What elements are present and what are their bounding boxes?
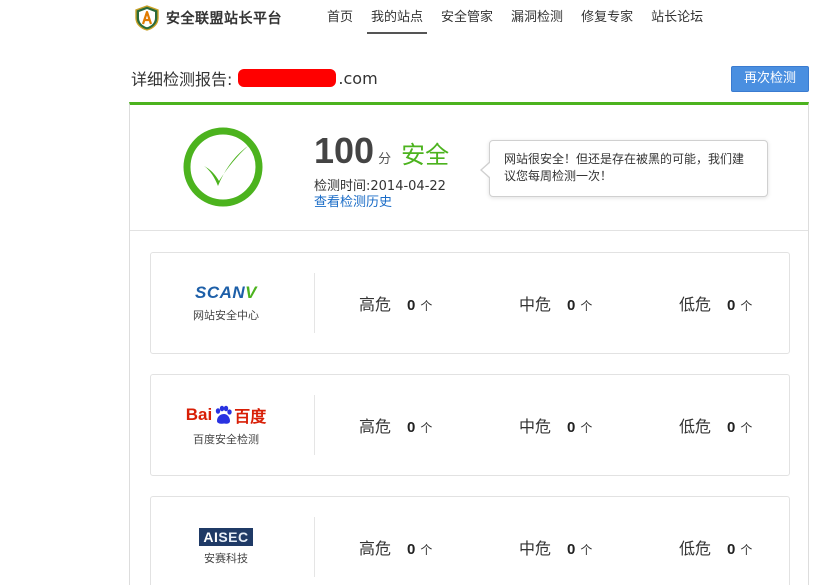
- aisec-logo: AISEC: [199, 528, 253, 546]
- brand-subtitle: 网站安全中心: [193, 309, 259, 322]
- report-title: 详细检测报告: .com: [131, 66, 378, 90]
- baidu-logo-right: 百度: [234, 409, 267, 426]
- scanner-card-aisec: AISEC 安赛科技 高危 0 个 中危 0 个 低危 0 个: [150, 496, 790, 585]
- score-summary: 100 分 安全 检测时间:2014-04-22 查看检测历史 网站很安全！但还…: [130, 105, 808, 231]
- risk-count: 0: [407, 419, 416, 436]
- risk-unit: 个: [580, 299, 593, 313]
- risk-unit: 个: [580, 543, 593, 557]
- scanv-logo: SCANV: [195, 283, 257, 303]
- scanv-logo-text: SCANV: [194, 283, 257, 302]
- risk-medium: 中危 0 个: [519, 413, 592, 437]
- risk-label: 低危: [679, 539, 712, 558]
- score-value: 100: [314, 130, 375, 171]
- status-label: 安全: [401, 141, 450, 169]
- top-navigation-bar: 安全联盟站长平台 首页 我的站点 安全管家 漏洞检测 修复专家 站长论坛: [0, 0, 821, 36]
- risk-unit: 个: [420, 543, 433, 557]
- site-logo[interactable]: 安全联盟站长平台: [134, 5, 282, 31]
- nav-security-butler[interactable]: 安全管家: [441, 0, 493, 36]
- brand-subtitle: 安赛科技: [204, 552, 248, 565]
- risk-unit: 个: [420, 299, 433, 313]
- brand-subtitle: 百度安全检测: [193, 433, 259, 446]
- risk-unit: 个: [740, 421, 753, 435]
- baidu-logo: Bai 百度: [186, 403, 266, 427]
- risk-count: 0: [727, 297, 736, 314]
- risk-unit: 个: [420, 421, 433, 435]
- risk-unit: 个: [740, 299, 753, 313]
- risk-label: 低危: [679, 417, 712, 436]
- risk-count: 0: [727, 419, 736, 436]
- report-title-prefix: 详细检测报告:: [131, 70, 233, 89]
- risk-medium: 中危 0 个: [519, 535, 592, 559]
- redacted-domain: [238, 69, 337, 87]
- risk-low: 低危 0 个: [679, 535, 752, 559]
- risk-low: 低危 0 个: [679, 413, 752, 437]
- risk-count: 0: [407, 297, 416, 314]
- safe-check-icon: [183, 127, 263, 207]
- risk-count: 0: [567, 541, 576, 558]
- risk-high: 高危 0 个: [359, 413, 432, 437]
- risk-label: 高危: [359, 295, 392, 314]
- shield-logo-icon: [135, 5, 159, 31]
- security-score: 100 分 安全: [314, 130, 449, 172]
- aisec-logo-left: AI: [203, 529, 219, 545]
- divider: [314, 517, 315, 577]
- nav-vulnerability-scan[interactable]: 漏洞检测: [511, 0, 563, 36]
- score-unit: 分: [378, 152, 392, 167]
- risk-label: 高危: [359, 417, 392, 436]
- divider: [314, 273, 315, 333]
- risk-count: 0: [727, 541, 736, 558]
- scanv-check-glyph: V: [245, 283, 257, 302]
- aisec-logo-right: SEC: [218, 529, 249, 545]
- risk-count: 0: [567, 297, 576, 314]
- domain-suffix: .com: [338, 68, 378, 88]
- nav-home[interactable]: 首页: [327, 0, 353, 36]
- risk-low: 低危 0 个: [679, 291, 752, 315]
- risk-medium: 中危 0 个: [519, 291, 592, 315]
- nav-repair-expert[interactable]: 修复专家: [581, 0, 633, 36]
- risk-count: 0: [407, 541, 416, 558]
- baidu-logo-left: Bai: [185, 405, 213, 424]
- baidu-paw-icon: [216, 405, 232, 424]
- risk-count: 0: [567, 419, 576, 436]
- risk-high: 高危 0 个: [359, 291, 432, 315]
- brand-aisec: AISEC 安赛科技: [151, 497, 301, 585]
- main-nav: 首页 我的站点 安全管家 漏洞检测 修复专家 站长论坛: [318, 0, 712, 36]
- brand-scanv: SCANV 网站安全中心: [151, 253, 301, 353]
- risk-unit: 个: [740, 543, 753, 557]
- risk-high: 高危 0 个: [359, 535, 432, 559]
- history-link[interactable]: 查看检测历史: [314, 191, 392, 210]
- logo-text: 安全联盟站长平台: [166, 11, 282, 27]
- advice-tooltip: 网站很安全！但还是存在被黑的可能，我们建议您每周检测一次！: [480, 140, 768, 197]
- risk-label: 中危: [519, 295, 552, 314]
- nav-my-sites[interactable]: 我的站点: [367, 0, 428, 36]
- divider: [314, 395, 315, 455]
- risk-label: 低危: [679, 295, 712, 314]
- brand-baidu: Bai 百度 百度安全检测: [151, 375, 301, 475]
- risk-label: 中危: [519, 539, 552, 558]
- risk-label: 中危: [519, 417, 552, 436]
- risk-unit: 个: [580, 421, 593, 435]
- report-panel: 100 分 安全 检测时间:2014-04-22 查看检测历史 网站很安全！但还…: [129, 102, 809, 585]
- scanner-card-scanv: SCANV 网站安全中心 高危 0 个 中危 0 个 低危 0 个: [150, 252, 790, 354]
- scanner-card-baidu: Bai 百度 百度安全检测 高危 0 个 中危 0 个 低危 0 个: [150, 374, 790, 476]
- nav-webmaster-forum[interactable]: 站长论坛: [651, 0, 703, 36]
- risk-label: 高危: [359, 539, 392, 558]
- recheck-button[interactable]: 再次检测: [731, 66, 809, 92]
